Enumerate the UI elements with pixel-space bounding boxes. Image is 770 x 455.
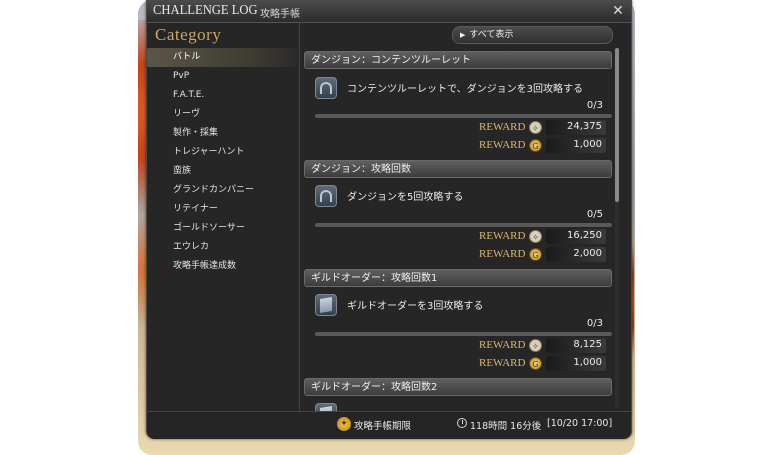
category-item-label: リテイナー [173, 204, 218, 214]
window-title: CHALLENGE LOG [153, 3, 258, 18]
reward-label: REWARD [479, 230, 526, 242]
category-item-beast-tribes[interactable]: 蛮族 [147, 162, 298, 181]
gil-icon: G [529, 357, 542, 370]
scroll-thumb[interactable] [615, 48, 619, 202]
category-item-retainer[interactable]: リテイナー [147, 200, 298, 219]
clock-icon [457, 418, 467, 428]
show-all-button[interactable]: ▶ すべて表示 [452, 26, 613, 44]
progress-bar [315, 223, 612, 227]
reward-label: REWARD [479, 139, 526, 151]
footer: ✦ 攻略手帳期限 118時間 16分後 [10/20 17:00] [147, 411, 631, 439]
task-description: ギルドオーダーを3回攻略する [347, 301, 484, 312]
category-item-fate[interactable]: F.A.T.E. [147, 86, 298, 105]
category-item-eureka[interactable]: エウレカ [147, 238, 298, 257]
category-list: バトル PvP F.A.T.E. リーヴ 製作・採集 トレジャーハント 蛮族 グ… [147, 48, 298, 276]
time-remaining: 118時間 16分後 [470, 421, 542, 432]
reward-label: REWARD [479, 121, 526, 133]
category-title: Category [155, 25, 222, 44]
category-item-label: バトル [173, 52, 201, 62]
title-bar[interactable]: CHALLENGE LOG 攻略手帳 ✕ [147, 1, 631, 23]
section-header[interactable]: ダンジョン：攻略回数 [304, 160, 612, 178]
reward-row: REWARD G 2,000 [470, 247, 612, 263]
category-item-leve[interactable]: リーヴ [147, 105, 298, 124]
category-item-label: 製作・採集 [173, 128, 219, 138]
gil-icon: G [529, 139, 542, 152]
reward-row: REWARD G 1,000 [470, 138, 612, 154]
reward-label: REWARD [479, 339, 526, 351]
challenge-list: ▶ すべて表示 ダンジョン：コンテンツルーレット コンテンツルーレットで、ダンジョ… [300, 23, 631, 411]
section-header[interactable]: ダンジョン：コンテンツルーレット [304, 51, 612, 69]
reward-value: 16,250 [567, 230, 602, 241]
reward-value: 8,125 [573, 339, 602, 350]
category-item-label: 蛮族 [173, 166, 192, 176]
dungeon-icon [315, 77, 337, 99]
category-item-treasure-hunt[interactable]: トレジャーハント [147, 143, 298, 162]
play-icon: ▶ [460, 31, 466, 39]
task-description: コンテンツルーレットで、ダンジョンを3回攻略する [347, 84, 583, 95]
category-item-battle[interactable]: バトル [147, 48, 298, 67]
close-icon[interactable]: ✕ [610, 3, 626, 19]
category-item-label: リーヴ [173, 109, 201, 119]
category-item-label: PvP [173, 71, 190, 81]
reward-label: REWARD [479, 248, 526, 260]
category-sidebar: Category バトル PvP F.A.T.E. リーヴ 製作・採集 トレジャ… [147, 23, 298, 411]
category-item-label: ゴールドソーサー [173, 223, 245, 233]
experience-icon: ✧ [529, 339, 542, 352]
scrollbar[interactable] [615, 48, 619, 408]
window-subtitle: 攻略手帳 [260, 9, 300, 20]
section-header[interactable]: ギルドオーダー：攻略回数2 [304, 378, 612, 396]
category-item-crafting-gathering[interactable]: 製作・採集 [147, 124, 298, 143]
reward-row: REWARD ✧ 16,250 [470, 229, 612, 245]
progress-bar [315, 332, 612, 336]
reward-value: 2,000 [573, 248, 602, 259]
category-item-gold-saucer[interactable]: ゴールドソーサー [147, 219, 298, 238]
category-item-completion-count[interactable]: 攻略手帳達成数 [147, 257, 298, 276]
category-item-label: 攻略手帳達成数 [173, 261, 237, 271]
reward-row: REWARD G 1,000 [470, 356, 612, 372]
reward-value: 1,000 [573, 357, 602, 368]
progress-text: 0/3 [586, 318, 603, 329]
category-item-pvp[interactable]: PvP [147, 67, 298, 86]
category-item-label: グランドカンパニー [173, 185, 255, 195]
reward-row: REWARD ✧ 24,375 [470, 120, 612, 136]
section-header[interactable]: ギルドオーダー：攻略回数1 [304, 269, 612, 287]
deadline-datetime: [10/20 17:00] [547, 418, 613, 429]
progress-text: 0/3 [586, 100, 603, 111]
progress-bar [315, 114, 612, 118]
reward-label: REWARD [479, 357, 526, 369]
category-item-grand-company[interactable]: グランドカンパニー [147, 181, 298, 200]
challenge-log-icon: ✦ [337, 417, 351, 431]
show-all-label: すべて表示 [469, 30, 514, 40]
dungeon-icon [315, 185, 337, 207]
gil-icon: G [529, 248, 542, 261]
experience-icon: ✧ [529, 121, 542, 134]
experience-icon: ✧ [529, 230, 542, 243]
guild-order-icon [315, 403, 337, 411]
deadline-label: 攻略手帳期限 [354, 421, 412, 432]
reward-value: 1,000 [573, 139, 602, 150]
category-item-label: トレジャーハント [173, 147, 245, 157]
challenge-log-window: CHALLENGE LOG 攻略手帳 ✕ Category バトル PvP F.… [146, 0, 632, 439]
guild-order-icon [315, 294, 337, 316]
progress-text: 0/5 [586, 209, 603, 220]
category-item-label: エウレカ [173, 242, 210, 252]
reward-value: 24,375 [567, 121, 602, 132]
category-item-label: F.A.T.E. [173, 90, 205, 100]
task-description: ダンジョンを5回攻略する [347, 192, 464, 203]
reward-row: REWARD ✧ 8,125 [470, 338, 612, 354]
